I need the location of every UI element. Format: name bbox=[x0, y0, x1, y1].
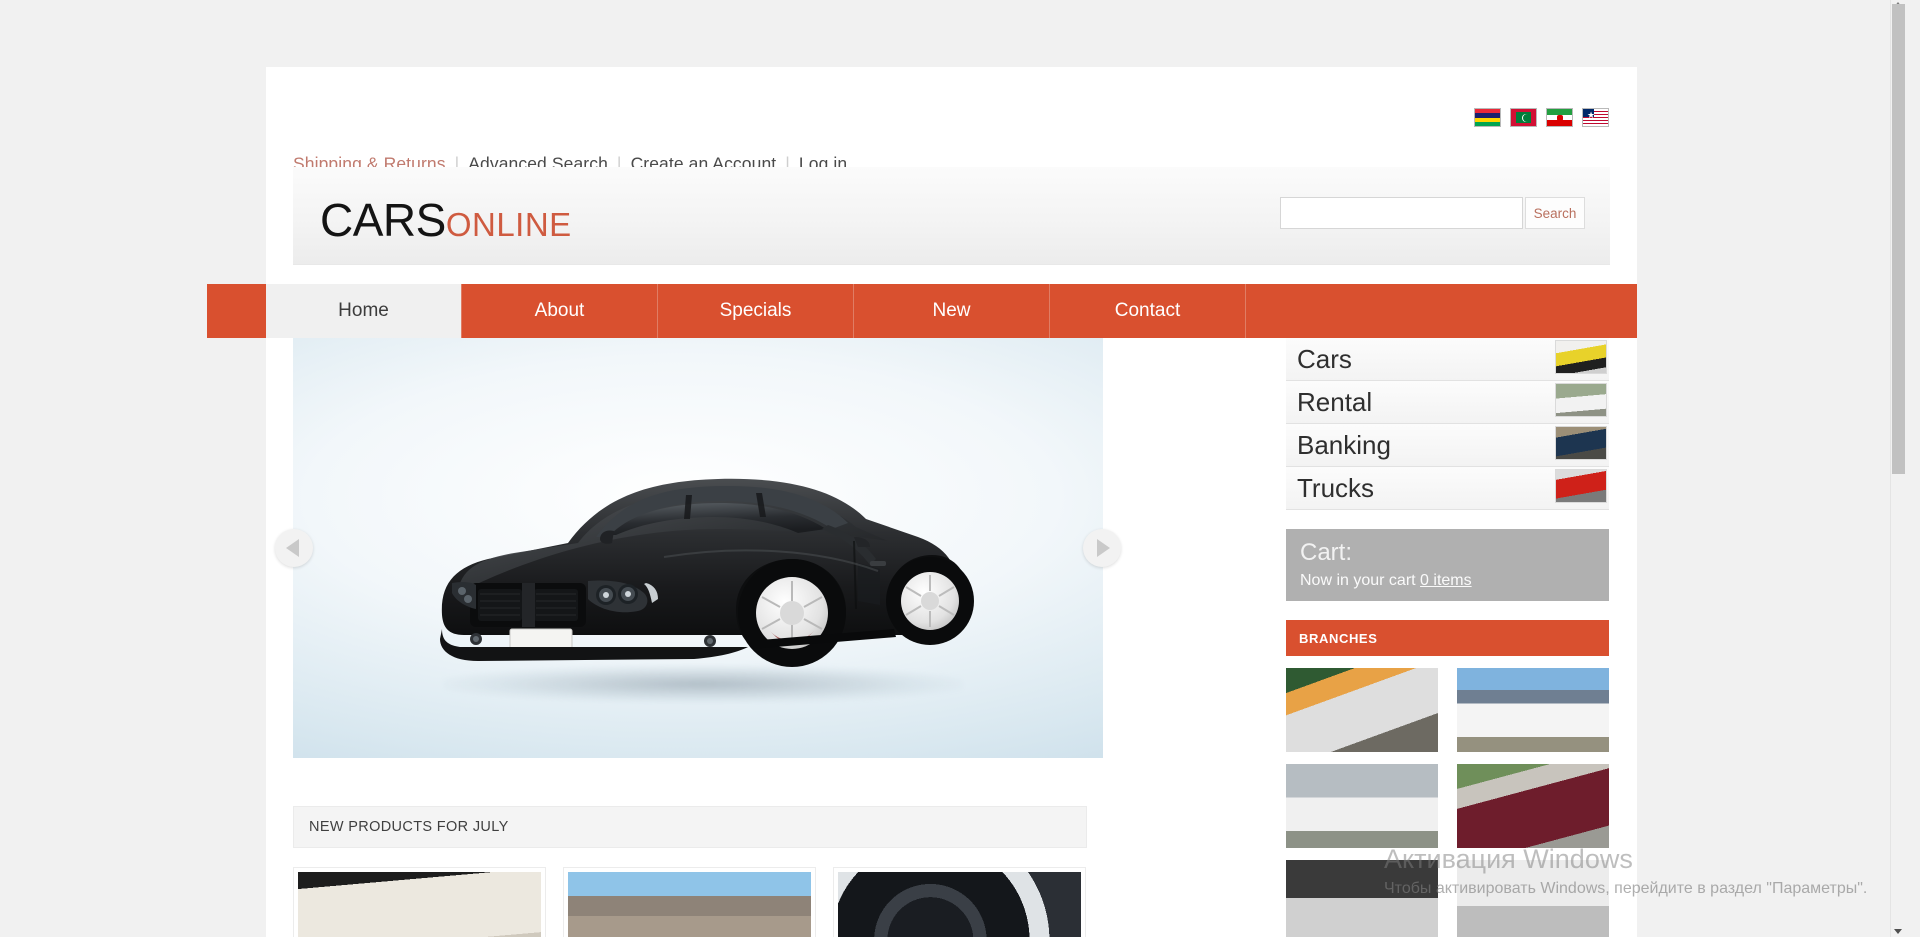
main-navigation-bar: Home About Specials New Contact bbox=[207, 284, 1637, 338]
main-column: NEW PRODUCTS FOR JULY bbox=[275, 338, 1268, 937]
new-products-heading: NEW PRODUCTS FOR JULY bbox=[293, 806, 1087, 848]
branch-thumb-4[interactable] bbox=[1457, 764, 1609, 848]
flag-mauritius-icon[interactable] bbox=[1474, 108, 1501, 127]
nav-item-about[interactable]: About bbox=[462, 284, 658, 338]
carousel-prev-button[interactable] bbox=[275, 529, 313, 567]
flag-iran-icon[interactable] bbox=[1546, 108, 1573, 127]
sidebar-item-cars[interactable]: Cars bbox=[1286, 338, 1609, 381]
sidebar-item-rental[interactable]: Rental bbox=[1286, 381, 1609, 424]
site-container: Shipping & Returns | Advanced Search | Creat… bbox=[207, 67, 1637, 937]
sidebar-thumbnail-rental bbox=[1555, 383, 1607, 417]
language-flags: ★ bbox=[1474, 108, 1609, 127]
site-logo[interactable]: CARSONLINE bbox=[320, 197, 572, 248]
branches-grid bbox=[1286, 668, 1609, 937]
nav-item-contact[interactable]: Contact bbox=[1050, 284, 1246, 338]
cart-title: Cart: bbox=[1300, 539, 1353, 566]
flag-maldives-icon[interactable] bbox=[1510, 108, 1537, 127]
product-card-2[interactable] bbox=[563, 867, 816, 937]
search-form: Search bbox=[1280, 197, 1585, 229]
page-scrollbar[interactable] bbox=[1890, 0, 1905, 937]
new-products-grid bbox=[293, 867, 1268, 937]
search-input[interactable] bbox=[1280, 197, 1523, 229]
branch-thumb-2[interactable] bbox=[1457, 668, 1609, 752]
product-card-3[interactable] bbox=[833, 867, 1086, 937]
product-thumbnail bbox=[298, 872, 541, 937]
page-content: NEW PRODUCTS FOR JULY Cars Rental Bankin… bbox=[266, 338, 1637, 937]
chevron-right-icon bbox=[1097, 539, 1110, 557]
branch-thumb-1[interactable] bbox=[1286, 668, 1438, 752]
main-navigation: Home About Specials New Contact bbox=[266, 284, 1246, 338]
cart-status: Now in your cart 0 items bbox=[1300, 572, 1595, 590]
branch-thumb-5[interactable] bbox=[1286, 860, 1438, 937]
sidebar-item-label: Trucks bbox=[1297, 473, 1375, 503]
scrollbar-thumb[interactable] bbox=[1892, 4, 1905, 474]
logo-text-primary: CARS bbox=[320, 194, 446, 246]
chevron-left-icon bbox=[286, 539, 299, 557]
nav-item-specials[interactable]: Specials bbox=[658, 284, 854, 338]
hero-car-image bbox=[440, 478, 974, 667]
utility-topbar: Shipping & Returns | Advanced Search | Creat… bbox=[266, 67, 1637, 174]
flag-liberia-icon[interactable]: ★ bbox=[1582, 108, 1609, 127]
carousel-next-button[interactable] bbox=[1083, 529, 1121, 567]
product-thumbnail bbox=[568, 872, 811, 937]
branches-heading: BRANCHES bbox=[1286, 620, 1609, 656]
cart-box: Cart: Now in your cart 0 items bbox=[1286, 529, 1609, 601]
logo-text-secondary: ONLINE bbox=[445, 206, 572, 243]
scroll-down-arrow-icon[interactable] bbox=[1894, 929, 1902, 934]
nav-item-home[interactable]: Home bbox=[266, 284, 462, 338]
branch-thumb-3[interactable] bbox=[1286, 764, 1438, 848]
sidebar-item-label: Rental bbox=[1297, 387, 1373, 417]
cart-items-link[interactable]: 0 items bbox=[1420, 572, 1472, 589]
sidebar-thumbnail-banking bbox=[1555, 426, 1607, 460]
sidebar-item-label: Banking bbox=[1297, 430, 1391, 460]
site-header: CARSONLINE Search bbox=[293, 167, 1610, 265]
sidebar: Cars Rental Banking Trucks Cart: Now in … bbox=[1286, 338, 1609, 937]
search-button[interactable]: Search bbox=[1525, 197, 1585, 229]
sidebar-thumbnail-cars bbox=[1555, 340, 1607, 374]
cart-status-text: Now in your cart bbox=[1300, 572, 1416, 590]
sidebar-item-banking[interactable]: Banking bbox=[1286, 424, 1609, 467]
branch-thumb-6[interactable] bbox=[1457, 860, 1609, 937]
sidebar-item-label: Cars bbox=[1297, 344, 1352, 374]
nav-item-new[interactable]: New bbox=[854, 284, 1050, 338]
sidebar-thumbnail-trucks bbox=[1555, 469, 1607, 503]
sidebar-item-trucks[interactable]: Trucks bbox=[1286, 467, 1609, 510]
product-thumbnail bbox=[838, 872, 1081, 937]
page-background: Shipping & Returns | Advanced Search | Creat… bbox=[0, 0, 1905, 937]
product-card-1[interactable] bbox=[293, 867, 546, 937]
hero-slider bbox=[275, 338, 1121, 758]
